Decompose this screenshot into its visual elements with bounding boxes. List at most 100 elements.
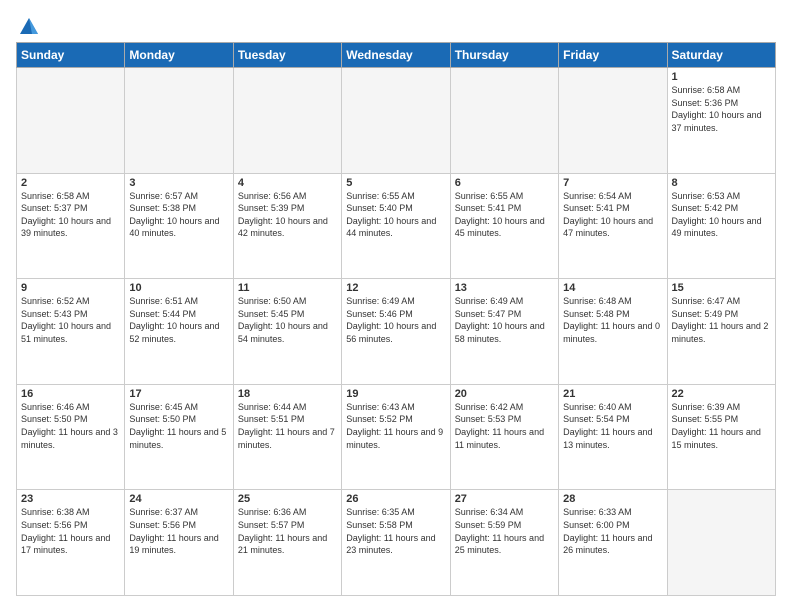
calendar-cell bbox=[233, 68, 341, 174]
calendar-cell: 7 Sunrise: 6:54 AM Sunset: 5:41 PM Dayli… bbox=[559, 173, 667, 279]
sunset-label: Sunset: 5:47 PM bbox=[455, 309, 522, 319]
sunrise-label: Sunrise: 6:45 AM bbox=[129, 402, 198, 412]
sunset-label: Sunset: 5:39 PM bbox=[238, 203, 305, 213]
calendar-cell: 14 Sunrise: 6:48 AM Sunset: 5:48 PM Dayl… bbox=[559, 279, 667, 385]
sunset-label: Sunset: 5:41 PM bbox=[455, 203, 522, 213]
weekday-header: Friday bbox=[559, 43, 667, 68]
day-number: 21 bbox=[563, 388, 662, 400]
daylight-label: Daylight: 11 hours and 2 minutes. bbox=[672, 321, 769, 344]
calendar-cell: 16 Sunrise: 6:46 AM Sunset: 5:50 PM Dayl… bbox=[17, 384, 125, 490]
sunset-label: Sunset: 5:38 PM bbox=[129, 203, 196, 213]
daylight-label: Daylight: 11 hours and 17 minutes. bbox=[21, 533, 110, 556]
sunrise-label: Sunrise: 6:34 AM bbox=[455, 507, 524, 517]
day-info: Sunrise: 6:50 AM Sunset: 5:45 PM Dayligh… bbox=[238, 295, 337, 345]
daylight-label: Daylight: 10 hours and 45 minutes. bbox=[455, 216, 545, 239]
calendar-cell: 25 Sunrise: 6:36 AM Sunset: 5:57 PM Dayl… bbox=[233, 490, 341, 596]
day-info: Sunrise: 6:38 AM Sunset: 5:56 PM Dayligh… bbox=[21, 506, 120, 556]
weekday-header: Saturday bbox=[667, 43, 775, 68]
daylight-label: Daylight: 10 hours and 58 minutes. bbox=[455, 321, 545, 344]
day-info: Sunrise: 6:44 AM Sunset: 5:51 PM Dayligh… bbox=[238, 401, 337, 451]
daylight-label: Daylight: 11 hours and 19 minutes. bbox=[129, 533, 218, 556]
day-number: 28 bbox=[563, 493, 662, 505]
daylight-label: Daylight: 10 hours and 42 minutes. bbox=[238, 216, 328, 239]
sunrise-label: Sunrise: 6:50 AM bbox=[238, 296, 307, 306]
calendar-cell bbox=[125, 68, 233, 174]
calendar-week-row: 1 Sunrise: 6:58 AM Sunset: 5:36 PM Dayli… bbox=[17, 68, 776, 174]
day-number: 11 bbox=[238, 282, 337, 294]
daylight-label: Daylight: 11 hours and 5 minutes. bbox=[129, 427, 226, 450]
day-number: 27 bbox=[455, 493, 554, 505]
day-number: 23 bbox=[21, 493, 120, 505]
calendar-cell: 6 Sunrise: 6:55 AM Sunset: 5:41 PM Dayli… bbox=[450, 173, 558, 279]
sunrise-label: Sunrise: 6:57 AM bbox=[129, 191, 198, 201]
sunrise-label: Sunrise: 6:35 AM bbox=[346, 507, 415, 517]
page: SundayMondayTuesdayWednesdayThursdayFrid… bbox=[0, 0, 792, 612]
sunrise-label: Sunrise: 6:55 AM bbox=[455, 191, 524, 201]
sunset-label: Sunset: 5:41 PM bbox=[563, 203, 630, 213]
calendar-week-row: 16 Sunrise: 6:46 AM Sunset: 5:50 PM Dayl… bbox=[17, 384, 776, 490]
weekday-header: Tuesday bbox=[233, 43, 341, 68]
calendar-cell bbox=[17, 68, 125, 174]
calendar-week-row: 9 Sunrise: 6:52 AM Sunset: 5:43 PM Dayli… bbox=[17, 279, 776, 385]
calendar-cell: 2 Sunrise: 6:58 AM Sunset: 5:37 PM Dayli… bbox=[17, 173, 125, 279]
sunrise-label: Sunrise: 6:58 AM bbox=[672, 85, 741, 95]
sunset-label: Sunset: 5:53 PM bbox=[455, 414, 522, 424]
daylight-label: Daylight: 11 hours and 26 minutes. bbox=[563, 533, 652, 556]
calendar-cell bbox=[667, 490, 775, 596]
calendar-cell: 19 Sunrise: 6:43 AM Sunset: 5:52 PM Dayl… bbox=[342, 384, 450, 490]
day-info: Sunrise: 6:39 AM Sunset: 5:55 PM Dayligh… bbox=[672, 401, 771, 451]
daylight-label: Daylight: 10 hours and 52 minutes. bbox=[129, 321, 219, 344]
calendar: SundayMondayTuesdayWednesdayThursdayFrid… bbox=[16, 42, 776, 596]
sunset-label: Sunset: 5:50 PM bbox=[129, 414, 196, 424]
day-info: Sunrise: 6:43 AM Sunset: 5:52 PM Dayligh… bbox=[346, 401, 445, 451]
calendar-cell: 11 Sunrise: 6:50 AM Sunset: 5:45 PM Dayl… bbox=[233, 279, 341, 385]
day-number: 5 bbox=[346, 177, 445, 189]
calendar-cell: 12 Sunrise: 6:49 AM Sunset: 5:46 PM Dayl… bbox=[342, 279, 450, 385]
sunrise-label: Sunrise: 6:42 AM bbox=[455, 402, 524, 412]
calendar-cell bbox=[559, 68, 667, 174]
calendar-cell: 24 Sunrise: 6:37 AM Sunset: 5:56 PM Dayl… bbox=[125, 490, 233, 596]
day-number: 10 bbox=[129, 282, 228, 294]
day-number: 17 bbox=[129, 388, 228, 400]
day-number: 26 bbox=[346, 493, 445, 505]
day-info: Sunrise: 6:53 AM Sunset: 5:42 PM Dayligh… bbox=[672, 190, 771, 240]
day-info: Sunrise: 6:52 AM Sunset: 5:43 PM Dayligh… bbox=[21, 295, 120, 345]
sunrise-label: Sunrise: 6:49 AM bbox=[346, 296, 415, 306]
day-info: Sunrise: 6:55 AM Sunset: 5:40 PM Dayligh… bbox=[346, 190, 445, 240]
daylight-label: Daylight: 11 hours and 23 minutes. bbox=[346, 533, 435, 556]
day-number: 2 bbox=[21, 177, 120, 189]
day-number: 7 bbox=[563, 177, 662, 189]
sunrise-label: Sunrise: 6:40 AM bbox=[563, 402, 632, 412]
day-info: Sunrise: 6:56 AM Sunset: 5:39 PM Dayligh… bbox=[238, 190, 337, 240]
calendar-cell: 9 Sunrise: 6:52 AM Sunset: 5:43 PM Dayli… bbox=[17, 279, 125, 385]
sunrise-label: Sunrise: 6:39 AM bbox=[672, 402, 741, 412]
calendar-cell: 8 Sunrise: 6:53 AM Sunset: 5:42 PM Dayli… bbox=[667, 173, 775, 279]
sunset-label: Sunset: 5:54 PM bbox=[563, 414, 630, 424]
day-number: 3 bbox=[129, 177, 228, 189]
logo bbox=[16, 16, 40, 32]
day-info: Sunrise: 6:49 AM Sunset: 5:46 PM Dayligh… bbox=[346, 295, 445, 345]
day-info: Sunrise: 6:46 AM Sunset: 5:50 PM Dayligh… bbox=[21, 401, 120, 451]
calendar-cell: 23 Sunrise: 6:38 AM Sunset: 5:56 PM Dayl… bbox=[17, 490, 125, 596]
calendar-cell bbox=[342, 68, 450, 174]
daylight-label: Daylight: 10 hours and 47 minutes. bbox=[563, 216, 653, 239]
calendar-cell: 21 Sunrise: 6:40 AM Sunset: 5:54 PM Dayl… bbox=[559, 384, 667, 490]
calendar-cell: 26 Sunrise: 6:35 AM Sunset: 5:58 PM Dayl… bbox=[342, 490, 450, 596]
daylight-label: Daylight: 10 hours and 49 minutes. bbox=[672, 216, 762, 239]
daylight-label: Daylight: 11 hours and 0 minutes. bbox=[563, 321, 660, 344]
daylight-label: Daylight: 10 hours and 40 minutes. bbox=[129, 216, 219, 239]
calendar-cell: 10 Sunrise: 6:51 AM Sunset: 5:44 PM Dayl… bbox=[125, 279, 233, 385]
logo-icon bbox=[18, 16, 40, 36]
daylight-label: Daylight: 10 hours and 37 minutes. bbox=[672, 110, 762, 133]
calendar-week-row: 2 Sunrise: 6:58 AM Sunset: 5:37 PM Dayli… bbox=[17, 173, 776, 279]
day-info: Sunrise: 6:36 AM Sunset: 5:57 PM Dayligh… bbox=[238, 506, 337, 556]
day-number: 14 bbox=[563, 282, 662, 294]
day-info: Sunrise: 6:40 AM Sunset: 5:54 PM Dayligh… bbox=[563, 401, 662, 451]
sunrise-label: Sunrise: 6:46 AM bbox=[21, 402, 90, 412]
sunrise-label: Sunrise: 6:43 AM bbox=[346, 402, 415, 412]
calendar-cell: 4 Sunrise: 6:56 AM Sunset: 5:39 PM Dayli… bbox=[233, 173, 341, 279]
sunset-label: Sunset: 5:48 PM bbox=[563, 309, 630, 319]
calendar-cell: 27 Sunrise: 6:34 AM Sunset: 5:59 PM Dayl… bbox=[450, 490, 558, 596]
day-info: Sunrise: 6:49 AM Sunset: 5:47 PM Dayligh… bbox=[455, 295, 554, 345]
day-info: Sunrise: 6:55 AM Sunset: 5:41 PM Dayligh… bbox=[455, 190, 554, 240]
